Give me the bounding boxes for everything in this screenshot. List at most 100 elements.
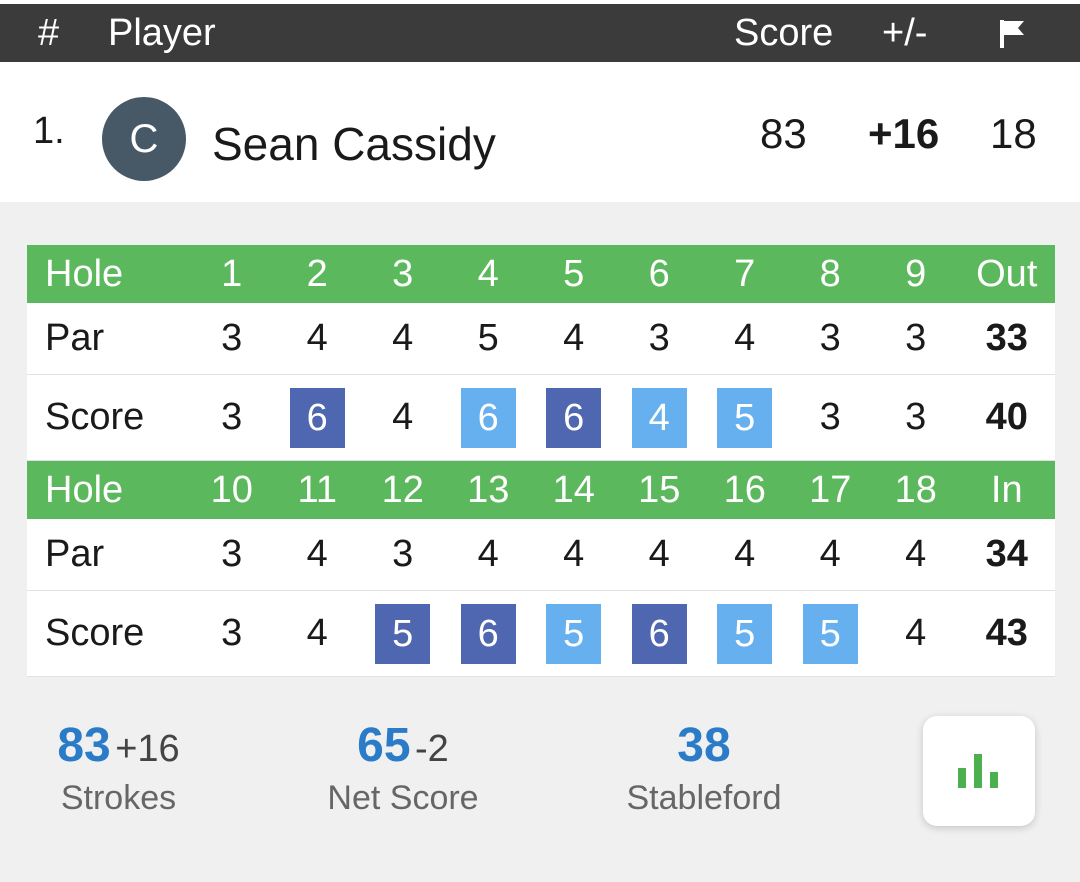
par-in-total: 34 [985, 533, 1028, 575]
par-value: 4 [648, 533, 670, 575]
hole-score-bogey: 5 [717, 603, 773, 664]
score-column-header: Score [734, 12, 834, 54]
net-score-label: Net Score [327, 779, 479, 817]
net-score-stat: 65 -2 Net Score [318, 718, 488, 818]
par-value: 3 [648, 317, 670, 359]
par-value: 4 [306, 533, 328, 575]
player-row[interactable]: 1. C Sean Cassidy 83 +16 18 [0, 62, 1080, 202]
hole-label: Hole [45, 468, 124, 511]
par-value: 4 [477, 533, 499, 575]
hole-number: 3 [392, 252, 414, 295]
scorecard: Hole 1 2 3 4 5 6 7 8 9 Out Par 3 4 4 5 4… [27, 245, 1055, 677]
par-label: Par [45, 533, 105, 575]
par-value: 3 [905, 317, 927, 359]
hole-number: 1 [221, 252, 243, 295]
holes-played: 18 [990, 110, 1037, 157]
hole-label: Hole [45, 252, 124, 295]
player-score-diff: +16 [868, 110, 940, 157]
stats-chart-button[interactable] [923, 716, 1035, 826]
score-in-total: 43 [985, 612, 1028, 654]
par-value: 4 [734, 317, 756, 359]
front-hole-row: Hole 1 2 3 4 5 6 7 8 9 Out [27, 245, 1055, 303]
player-name: Sean Cassidy [212, 118, 496, 170]
hole-number: 11 [297, 468, 337, 511]
par-value: 4 [734, 533, 756, 575]
hole-number: 17 [809, 468, 852, 511]
par-value: 4 [392, 317, 414, 359]
hole-score-bogey: 6 [460, 387, 516, 448]
par-value: 4 [905, 533, 927, 575]
par-value: 4 [306, 317, 328, 359]
score-label: Score [45, 396, 145, 438]
hole-number: 12 [381, 468, 424, 511]
player-rank: 1. [33, 110, 65, 152]
par-value: 4 [819, 533, 841, 575]
score-label: Score [45, 612, 145, 654]
strokes-stat: 83 +16 Strokes [46, 718, 191, 818]
flag-icon [1000, 20, 1024, 48]
par-value: 5 [477, 317, 499, 359]
hole-score: 4 [905, 612, 927, 654]
hole-number: 8 [819, 252, 841, 295]
hole-number: 9 [905, 252, 927, 295]
hole-score: 3 [819, 396, 841, 438]
player-score: 83 [760, 110, 807, 157]
bar-chart-icon [958, 754, 998, 788]
hole-number: 5 [563, 252, 585, 295]
in-label: In [990, 468, 1023, 511]
par-value: 4 [563, 533, 585, 575]
front-score-row: Score 3 6 4 6 6 4 5 3 3 40 [27, 375, 1055, 461]
hole-number: 2 [306, 252, 328, 295]
rank-column-header: # [38, 12, 60, 54]
avatar: C [102, 97, 186, 181]
hole-score: 3 [905, 396, 927, 438]
hole-score-double-bogey: 6 [546, 387, 602, 448]
hole-score-double-bogey: 5 [375, 603, 431, 664]
hole-score: 3 [221, 612, 243, 654]
strokes-label: Strokes [60, 779, 177, 817]
hole-number: 7 [734, 252, 756, 295]
hole-score-bogey: 5 [802, 603, 858, 664]
score-out-total: 40 [985, 396, 1028, 438]
hole-number: 18 [894, 468, 937, 511]
diff-column-header: +/- [882, 12, 928, 54]
net-score-diff: -2 [415, 728, 449, 770]
par-value: 3 [392, 533, 414, 575]
strokes-diff: +16 [115, 728, 180, 770]
hole-number: 15 [638, 468, 681, 511]
strokes-value: 83 [57, 719, 111, 772]
stableford-stat: 38 Stableford [612, 718, 796, 818]
round-stats: 83 +16 Strokes 65 -2 Net Score 38 Stable… [0, 690, 1080, 850]
stableford-value: 38 [677, 719, 731, 772]
hole-number: 13 [467, 468, 510, 511]
par-value: 4 [563, 317, 585, 359]
out-label: Out [976, 252, 1038, 295]
back-hole-row: Hole 10 11 12 13 14 15 16 17 18 In [27, 461, 1055, 519]
hole-score-double-bogey: 6 [289, 387, 345, 448]
hole-score-double-bogey: 6 [631, 603, 687, 664]
par-label: Par [45, 317, 105, 359]
hole-score-bogey: 5 [717, 387, 773, 448]
hole-number: 16 [723, 468, 766, 511]
hole-score-bogey: 4 [631, 387, 687, 448]
hole-number: 4 [477, 252, 499, 295]
par-value: 3 [819, 317, 841, 359]
net-score-value: 65 [357, 719, 411, 772]
hole-number: 14 [552, 468, 595, 511]
back-par-row: Par 3 4 3 4 4 4 4 4 4 34 [27, 519, 1055, 591]
stableford-label: Stableford [626, 779, 782, 817]
hole-score: 4 [392, 396, 414, 438]
player-column-header: Player [108, 12, 216, 54]
hole-number: 6 [648, 252, 670, 295]
par-value: 3 [221, 533, 243, 575]
hole-score: 3 [221, 396, 243, 438]
front-par-row: Par 3 4 4 5 4 3 4 3 3 33 [27, 303, 1055, 375]
par-value: 3 [221, 317, 243, 359]
leaderboard-header: # Player Score +/- [0, 0, 1080, 62]
hole-number: 10 [210, 468, 253, 511]
hole-score: 4 [306, 612, 328, 654]
back-score-row: Score 3 4 5 6 5 6 5 5 4 43 [27, 591, 1055, 677]
par-out-total: 33 [985, 317, 1028, 359]
hole-score-double-bogey: 6 [460, 603, 516, 664]
hole-score-bogey: 5 [546, 603, 602, 664]
